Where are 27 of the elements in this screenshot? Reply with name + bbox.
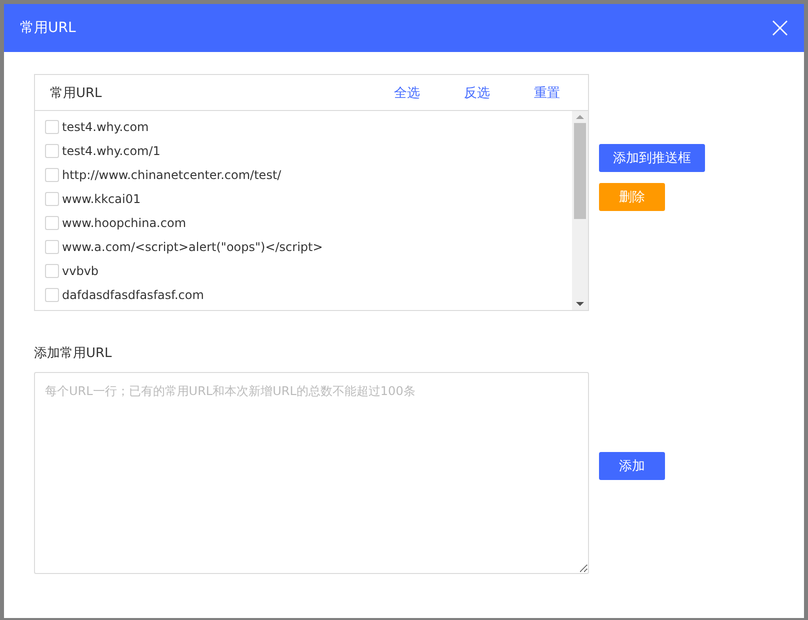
action-link[interactable]: 全选: [394, 84, 420, 102]
close-icon[interactable]: [772, 20, 788, 36]
url-item: www.a.com/<script>alert("oops")</script>: [62, 240, 323, 254]
action-link[interactable]: 重置: [534, 84, 560, 102]
url-item: www.kkcai01: [62, 192, 141, 206]
section-label: 添加常用URL: [34, 345, 113, 362]
dialog-title: 常用URL: [20, 19, 76, 37]
url-item: http://www.chinanetcenter.com/test/: [62, 168, 282, 182]
panel-title: 常用URL: [50, 84, 103, 102]
action-link[interactable]: 反选: [464, 84, 490, 102]
url-item: dafdasdfasdfasfasf.com: [62, 288, 204, 302]
checkbox[interactable]: [45, 288, 59, 302]
url-item: test4.why.com/1: [62, 144, 160, 158]
checkbox[interactable]: [45, 192, 59, 206]
checkbox[interactable]: [45, 168, 59, 182]
checkbox[interactable]: [45, 120, 59, 134]
checkbox[interactable]: [45, 144, 59, 158]
add-to-push-button[interactable]: 添加到推送框: [599, 144, 705, 172]
scrollbar[interactable]: [572, 111, 588, 310]
url-item: test4.why.com: [62, 120, 149, 134]
checkbox[interactable]: [45, 216, 59, 230]
url-item: www.hoopchina.com: [62, 216, 186, 230]
checkbox[interactable]: [45, 240, 59, 254]
checkbox[interactable]: [45, 264, 59, 278]
add-button[interactable]: 添加: [599, 452, 665, 480]
url-input-field[interactable]: 每个URL一行；已有的常用URL和本次新增URL的总数不能超过100条: [34, 372, 589, 574]
url-item: vvbvb: [62, 264, 99, 278]
